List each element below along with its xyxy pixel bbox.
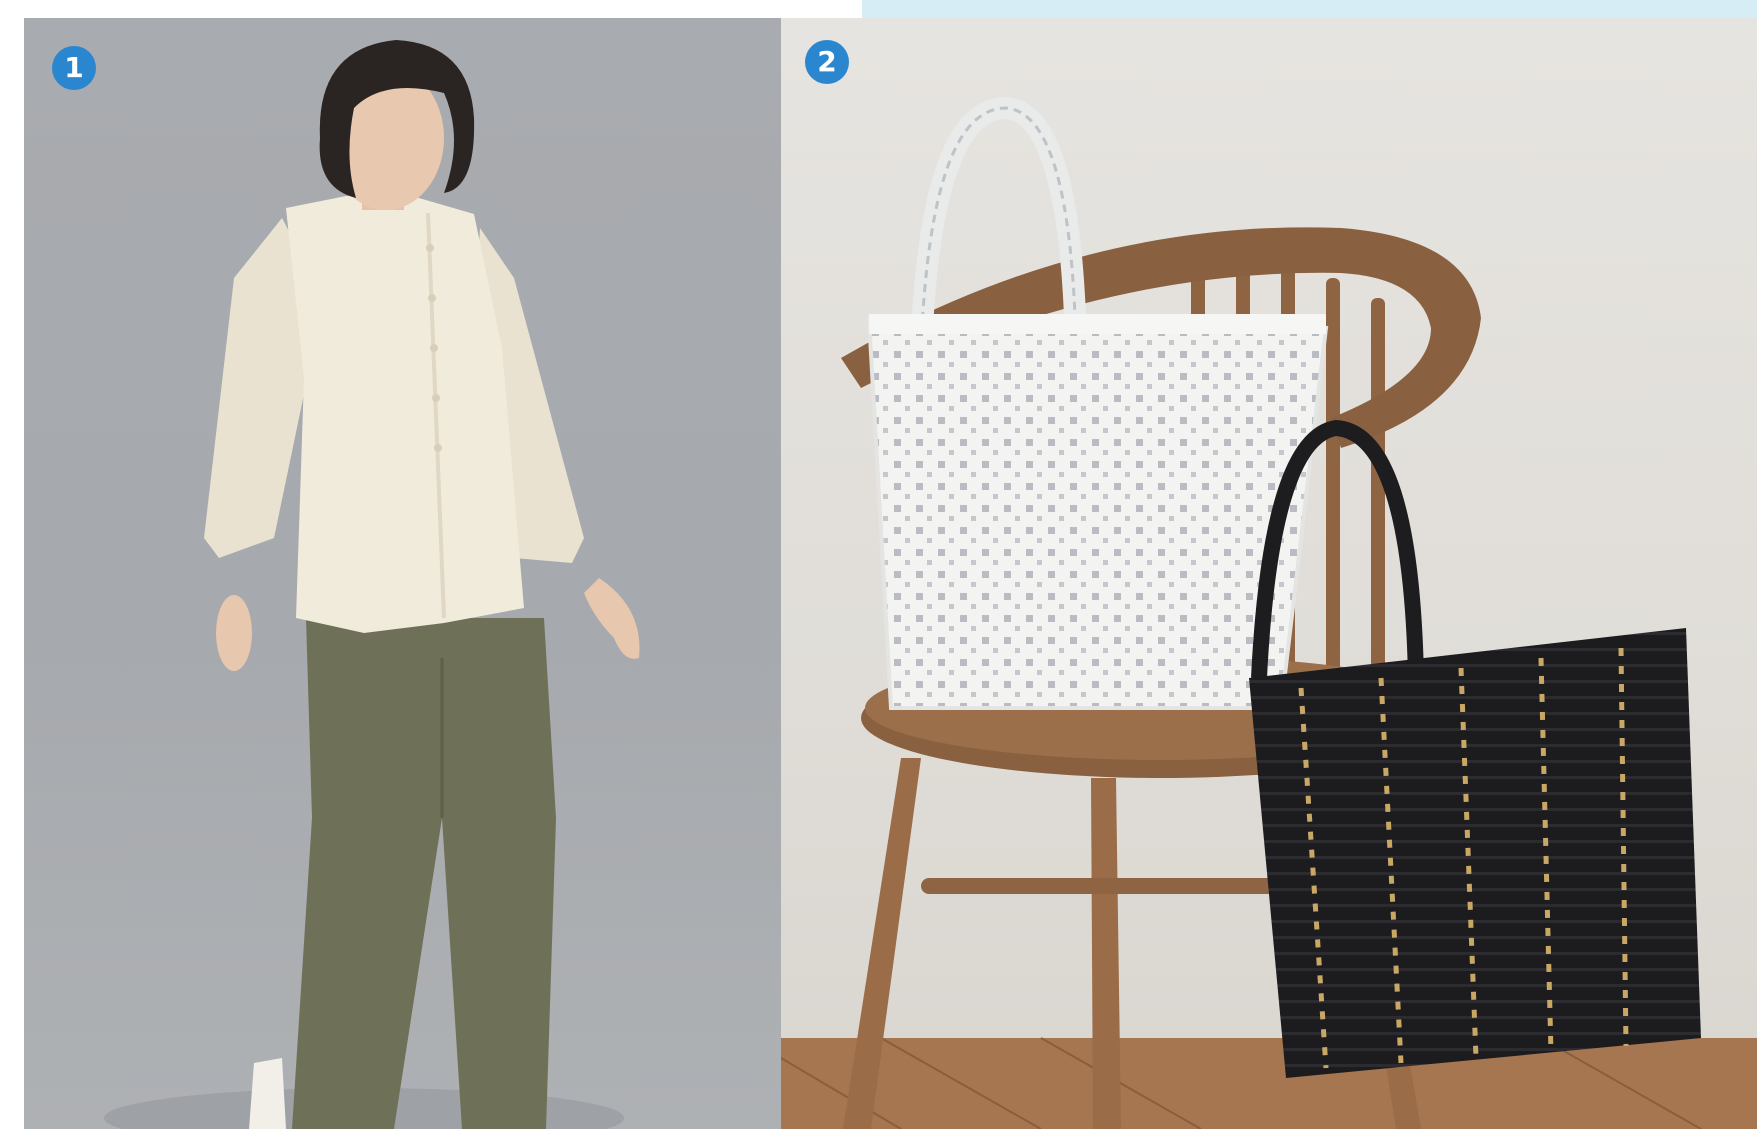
shoe	[249, 1058, 286, 1129]
item-number-badge: 1	[52, 46, 96, 90]
model-illustration	[104, 40, 640, 1129]
photo-panel-model: 1	[24, 18, 781, 1129]
white-tote-rim	[869, 314, 1326, 334]
right-hand	[584, 578, 640, 659]
pants	[292, 618, 556, 1129]
totes-illustration	[781, 96, 1757, 1129]
item-number-badge: 2	[805, 40, 849, 84]
photo-panel-totes: 2	[781, 18, 1757, 1129]
wood-floor	[781, 1038, 1757, 1129]
top-color-strip	[862, 0, 1757, 18]
left-hand	[216, 595, 252, 671]
